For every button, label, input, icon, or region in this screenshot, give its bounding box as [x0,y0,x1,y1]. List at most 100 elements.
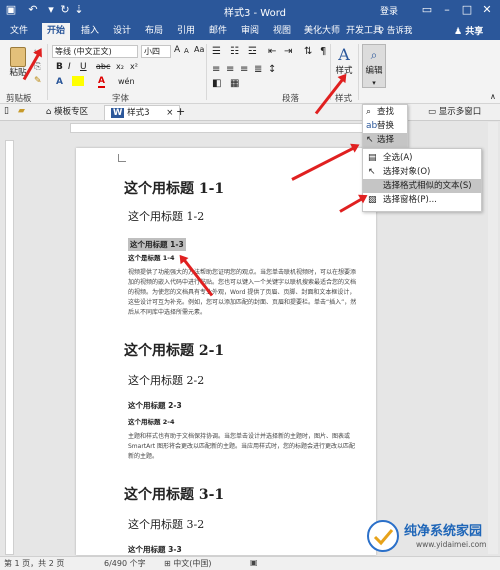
underline-button[interactable]: U [80,62,87,72]
paste-button[interactable]: 粘贴 [4,44,32,84]
tab-view[interactable]: 视图 [270,23,294,40]
highlight-color-icon[interactable] [72,76,84,86]
grow-font-icon[interactable]: A [174,45,180,55]
tab-mailings[interactable]: 邮件 [206,23,230,40]
login-link[interactable]: 登录 [380,4,398,17]
share-button[interactable]: ♟ 共享 [454,24,483,37]
doc-tab-templates[interactable]: ⌂ 模板专区 [46,105,88,120]
tab-insert[interactable]: 插入 [78,23,102,40]
bold-button[interactable]: B [56,62,63,72]
select-all-icon: ▤ [368,153,377,163]
ribbon-display-icon[interactable]: ▭ [420,3,434,17]
group-divider [206,44,207,100]
align-left-icon[interactable]: ≡ [212,64,220,75]
decrease-indent-icon[interactable]: ⇤ [268,46,276,57]
heading-1[interactable]: 这个用标题 3-1 [124,484,224,504]
italic-button[interactable]: I [68,62,71,72]
select-all-item[interactable]: ▤ 全选(A) [363,151,481,165]
new-doc-icon[interactable]: ▯ [4,106,9,116]
vertical-scrollbar[interactable] [488,122,498,554]
group-divider [358,44,359,100]
ribbon: 粘贴 ✂ ⎘ ✎ 剪贴板 等线 (中文正文) 小四 A A Aa B I U a… [0,40,500,104]
sort-icon[interactable]: ⇅ [304,46,312,57]
redo-icon[interactable]: ↻ [58,3,72,17]
heading-2[interactable]: 这个用标题 3-2 [128,516,204,532]
font-color-button[interactable]: A [98,76,105,88]
find-menu-item[interactable]: ⌕ 查找 [363,105,407,119]
format-painter-icon[interactable]: ✎ [34,76,42,86]
macro-record-icon[interactable]: ▣ [250,558,258,567]
strikethrough-button[interactable]: abc [96,62,110,71]
close-icon[interactable]: × [166,108,173,118]
minimize-icon[interactable]: – [440,3,454,17]
copy-icon[interactable]: ⎘ [34,62,41,72]
heading-3[interactable]: 这个用标题 2-3 [128,400,182,411]
subscript-button[interactable]: x₂ [116,62,124,71]
editing-label: 编辑 [365,66,383,76]
show-marks-icon[interactable]: ¶ [320,46,326,57]
customize-toolbar-icon[interactable]: ⇣ [72,3,86,17]
tell-me-search[interactable]: ♀ 告诉我 [378,24,412,36]
heading-4[interactable]: 这个是标题 1-4 [128,252,175,262]
text-effects-icon[interactable]: A [56,77,63,87]
tab-layout[interactable]: 布局 [142,23,166,40]
heading-2[interactable]: 这个用标题 2-2 [128,372,204,388]
heading-1[interactable]: 这个用标题 2-1 [124,340,224,360]
tab-references[interactable]: 引用 [174,23,198,40]
page-count[interactable]: 第 1 页，共 2 页 [4,558,64,569]
increase-indent-icon[interactable]: ⇥ [284,46,292,57]
select-similar-text-item[interactable]: 选择格式相似的文本(S) [363,179,481,193]
ribbon-tab-bar: 文件 开始 插入 设计 布局 引用 邮件 审阅 视图 美化大师 开发工具 ♀ 告… [0,20,500,40]
save-icon[interactable]: ▣ [4,3,18,17]
select-submenu: ▤ 全选(A) ↖ 选择对象(O) 选择格式相似的文本(S) ▧ 选择窗格(P)… [362,148,482,212]
shading-icon[interactable]: ◧ [212,78,221,89]
change-case-icon[interactable]: Aa [194,45,204,54]
word-count[interactable]: 6/490 个字 [104,558,146,569]
line-spacing-icon[interactable]: ↕ [268,64,276,75]
tab-design[interactable]: 设计 [110,23,134,40]
justify-icon[interactable]: ≣ [254,64,262,75]
tab-home[interactable]: 开始 [42,23,70,40]
chevron-down-icon: ▾ [372,79,376,87]
replace-menu-item[interactable]: ab 替换 [363,119,407,133]
heading-4[interactable]: 这个用标题 2-4 [128,416,175,426]
shrink-font-icon[interactable]: A [184,47,189,55]
select-objects-item[interactable]: ↖ 选择对象(O) [363,165,481,179]
superscript-button[interactable]: x² [130,62,138,71]
undo-icon[interactable]: ↶ [26,3,40,17]
bullets-icon[interactable]: ☰ [212,46,221,57]
tab-beautify[interactable]: 美化大师 [302,23,342,40]
body-paragraph[interactable]: 视频提供了功能强大的方法帮助您证明您的观点。当您单击联机视频时，可以在想要添加的… [128,268,358,318]
heading-3[interactable]: 这个用标题 3-3 [128,544,182,555]
add-tab-icon[interactable]: + [176,105,185,118]
vertical-ruler[interactable] [5,140,14,555]
heading-1[interactable]: 这个用标题 1-1 [124,178,224,198]
maximize-icon[interactable]: □ [460,3,474,17]
close-icon[interactable]: ✕ [480,3,494,17]
editing-button[interactable]: ⌕ 编辑 ▾ [362,44,386,88]
heading-2[interactable]: 这个用标题 1-2 [128,208,204,224]
document-page[interactable]: 这个用标题 1-1 这个用标题 1-2 这个用标题 1-3 这个是标题 1-4 … [76,148,376,555]
language-indicator[interactable]: ⊞ 中文(中国) [164,558,212,569]
heading-3-selected[interactable]: 这个用标题 1-3 [128,238,186,251]
chevron-down-icon[interactable]: ▾ [44,3,58,17]
collapse-ribbon-icon[interactable]: ∧ [490,92,496,101]
tab-review[interactable]: 审阅 [238,23,262,40]
show-multi-window-button[interactable]: ▭ 显示多窗口 [428,105,481,120]
phonetic-guide-icon[interactable]: wén [118,77,135,86]
select-menu-item[interactable]: ↖ 选择 [363,133,407,147]
tab-file[interactable]: 文件 [6,23,32,40]
align-center-icon[interactable]: ≡ [226,64,234,75]
numbering-icon[interactable]: ☷ [230,46,239,57]
font-name-select[interactable]: 等线 (中文正文) [52,45,138,58]
font-size-select[interactable]: 小四 [141,45,171,58]
body-paragraph[interactable]: 主题和样式也有助于文档保持协调。当您单击设计并选择新的主题时，图片、图表或 Sm… [128,432,358,462]
share-label: 共享 [465,27,484,37]
doc-tab-active[interactable]: W 样式3 × [104,105,181,120]
folder-icon[interactable]: ▰ [18,106,25,116]
horizontal-ruler[interactable] [70,123,370,133]
align-right-icon[interactable]: ≡ [240,64,248,75]
borders-icon[interactable]: ▦ [230,78,239,89]
multilevel-list-icon[interactable]: ☲ [248,46,257,57]
selection-pane-item[interactable]: ▧ 选择窗格(P)... [363,193,481,207]
